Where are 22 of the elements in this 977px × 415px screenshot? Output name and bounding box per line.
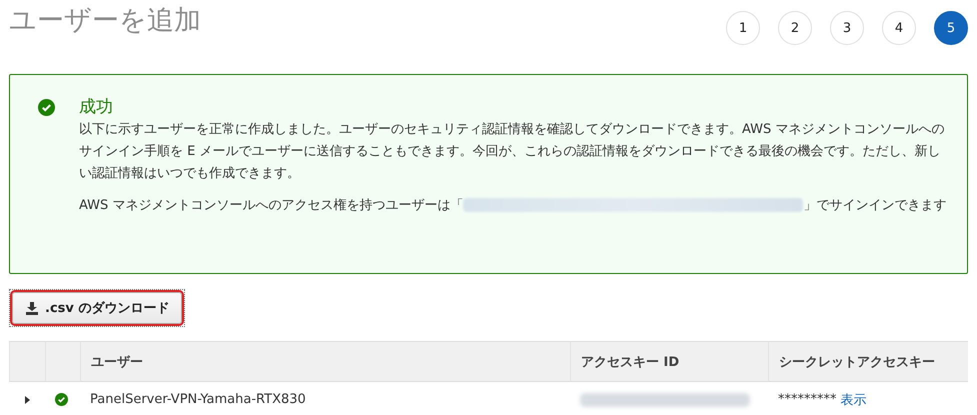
- masked-secret: *********: [778, 392, 836, 407]
- table-header: [45, 341, 80, 382]
- column-header: アクセスキー ID: [570, 341, 768, 382]
- signin-message: AWS マネジメントコンソールへのアクセス権を持つユーザーは「 」でサインインできます: [79, 197, 947, 215]
- page-title: ユーザーを追加: [9, 4, 201, 38]
- show-link[interactable]: 表示: [840, 390, 866, 408]
- download-csv-button[interactable]: .csv のダウンロード: [12, 292, 182, 324]
- alert-message: 以下に示すユーザーを正常に作成しました。ユーザーのセキュリティ認証情報を確認してダウンロードできます。AWS マネジメントコンソールへのサインイン手順を E メールでユーザーに送信することもできます。今回が、これらの認証情報をダウンロードできる最後の機会です。ただし、新しい認証情報はいつでも作成できます。: [79, 121, 946, 183]
- table-header: [9, 341, 45, 382]
- success-icon: [38, 99, 55, 116]
- step-indicator[interactable]: 1: [726, 11, 760, 45]
- table-cell: PanelServer-VPN-Yamaha-RTX830: [80, 382, 570, 415]
- step-indicator[interactable]: 5: [934, 11, 968, 45]
- expand-icon[interactable]: [23, 396, 31, 404]
- success-icon: [55, 393, 68, 406]
- download-icon: [25, 301, 39, 315]
- step-indicator[interactable]: 4: [882, 11, 916, 45]
- step-indicator[interactable]: 3: [830, 11, 864, 45]
- step-indicator[interactable]: 2: [778, 11, 812, 45]
- column-header: シークレットアクセスキー: [768, 341, 968, 382]
- column-header: ユーザー: [80, 341, 570, 382]
- alert-title: 成功: [79, 97, 114, 117]
